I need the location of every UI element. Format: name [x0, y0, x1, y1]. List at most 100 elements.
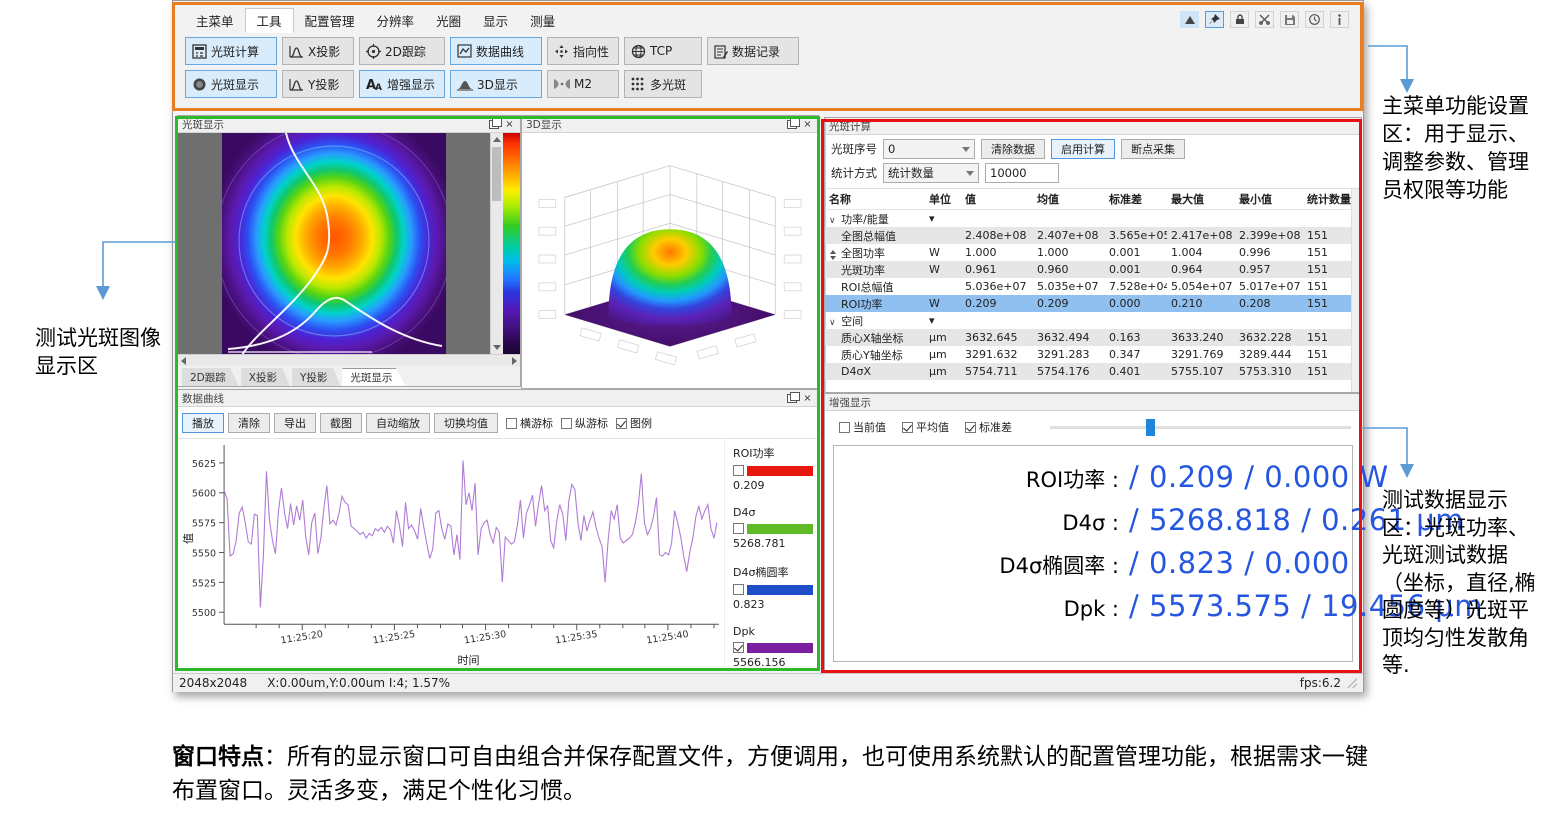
beam-calc-title: 光斑计算 [829, 119, 871, 134]
resize-grip[interactable] [1347, 678, 1357, 688]
enable-calc-button[interactable]: 启用计算 [1051, 139, 1115, 159]
legend-checkbox[interactable] [733, 642, 744, 653]
data-curve-button[interactable]: 数据曲线 [450, 37, 542, 65]
stats-table-row[interactable]: ROI功率W0.2090.2090.0000.2100.208151 [825, 295, 1361, 312]
info-icon[interactable] [1330, 11, 1349, 28]
svg-text:5600: 5600 [192, 489, 216, 500]
beam-intensity-image[interactable] [222, 133, 446, 354]
legend-checkbox[interactable]: 图例 [616, 415, 652, 431]
data-record-button[interactable]: 数据记录 [707, 37, 799, 65]
beam-image-view [178, 133, 490, 354]
tab-2d-tracking[interactable]: 2D跟踪 [182, 368, 239, 386]
tab-x-projection[interactable]: X投影 [241, 368, 290, 386]
font-size-slider[interactable] [1050, 426, 1351, 429]
vertical-scrollbar[interactable] [490, 133, 503, 354]
legend-checkbox[interactable] [733, 523, 744, 534]
menu-item-resolution[interactable]: 分辨率 [366, 9, 426, 32]
legend-item-dpk: Dpk 5566.156 [733, 625, 814, 669]
tcp-button[interactable]: TCP [624, 37, 702, 65]
stats-table-row[interactable]: 光斑功率W0.9610.9600.0010.9640.957151 [825, 261, 1361, 278]
menu-item-measure[interactable]: 测量 [519, 9, 566, 32]
float-panel-button[interactable] [785, 118, 798, 130]
collapse-icon[interactable] [1180, 11, 1199, 28]
data-curve-panel: 数据曲线 × 播放 清除 导出 截图 自动缩放 切换均值 横游标 纵游标 [177, 389, 819, 671]
breakpoint-capture-button[interactable]: 断点采集 [1121, 139, 1185, 159]
clear-data-button[interactable]: 清除数据 [981, 139, 1045, 159]
snapshot-button[interactable]: 截图 [320, 413, 362, 433]
close-panel-button[interactable]: × [503, 118, 516, 130]
h-cursor-checkbox[interactable]: 横游标 [506, 415, 553, 431]
ribbon-row-1: 光斑计算 X投影 2D跟踪 数据曲线 指向性 TCP [185, 37, 799, 65]
save-icon[interactable] [1280, 11, 1299, 28]
m2-button[interactable]: M2 [547, 70, 619, 98]
stats-table-row[interactable]: 全图总幅值2.408e+082.407e+083.565e+052.417e+0… [825, 227, 1361, 244]
stat-count-spinner[interactable]: 10000 [985, 163, 1059, 183]
stats-table-row[interactable]: D4σXμm5754.7115754.1760.4015755.1075753.… [825, 363, 1361, 380]
caption-bold: 窗口特点 [172, 744, 264, 770]
display-3d-button[interactable]: 3D显示 [450, 70, 542, 98]
beam-display-button[interactable]: 光斑显示 [185, 70, 277, 98]
dome-3d-icon [457, 78, 473, 91]
enhanced-display-button[interactable]: AA 增强显示 [359, 70, 445, 98]
stats-table-row[interactable]: 质心Y轴坐标μm3291.6323291.2830.3473291.769328… [825, 346, 1361, 363]
clock-icon[interactable] [1305, 11, 1324, 28]
pointing-button[interactable]: 指向性 [547, 37, 619, 65]
tab-y-projection[interactable]: Y投影 [292, 368, 340, 386]
lock-icon[interactable] [1230, 11, 1249, 28]
menu-item-main[interactable]: 主菜单 [185, 9, 245, 32]
pin-icon[interactable] [1205, 11, 1224, 28]
menu-item-aperture[interactable]: 光圈 [425, 9, 472, 32]
stats-table-header: 名称 单位 值 均值 标准差 最大值 最小值 统计数量 [825, 189, 1361, 210]
scissors-icon[interactable] [1255, 11, 1274, 28]
beam-calc-titlebar: 光斑计算 [825, 118, 1361, 135]
play-button[interactable]: 播放 [182, 413, 224, 433]
auto-zoom-button[interactable]: 自动缩放 [366, 413, 430, 433]
export-button[interactable]: 导出 [274, 413, 316, 433]
ribbon-row-2: 光斑显示 Y投影 AA 增强显示 3D显示 M2 多光斑 [185, 70, 799, 98]
x-projection-button[interactable]: X投影 [282, 37, 354, 65]
multi-spot-button[interactable]: 多光斑 [624, 70, 702, 98]
table-scrollbar[interactable] [1351, 189, 1361, 392]
legend-checkbox[interactable] [733, 465, 744, 476]
menu-item-display[interactable]: 显示 [472, 9, 519, 32]
svg-text:11:25:20: 11:25:20 [280, 629, 324, 646]
stats-table-row[interactable]: ROI总幅值5.036e+075.035e+077.528e+045.054e+… [825, 278, 1361, 295]
beam-calc-button[interactable]: 光斑计算 [185, 37, 277, 65]
stats-group-row[interactable]: ∨ 功率/能量▾ [825, 210, 1361, 227]
beam-display-titlebar: 光斑显示 × [178, 116, 520, 133]
display-3d-panel: 3D显示 × [521, 115, 819, 389]
stats-table-body: ∨ 功率/能量▾全图总幅值2.408e+082.407e+083.565e+05… [825, 210, 1361, 380]
status-bar: 2048x2048 X:0.00um,Y:0.00um I:4; 1.57% f… [173, 673, 1363, 692]
tracking-2d-button[interactable]: 2D跟踪 [359, 37, 445, 65]
beam-calc-panel: 光斑计算 光斑序号 0 清除数据 启用计算 断点采集 统计方式 统计数量 100… [824, 117, 1362, 393]
stats-table-row[interactable]: 质心X轴坐标μm3632.6453632.4940.1633633.240363… [825, 329, 1361, 346]
float-panel-button[interactable] [785, 392, 798, 404]
beam-calc-controls-row2: 统计方式 统计数量 10000 [825, 159, 1361, 183]
resolution-readout: 2048x2048 [179, 676, 247, 690]
menu-item-tools[interactable]: 工具 [245, 8, 294, 33]
toggle-mean-button[interactable]: 切换均值 [434, 413, 498, 433]
v-cursor-checkbox[interactable]: 纵游标 [561, 415, 608, 431]
display-3d-title: 3D显示 [526, 117, 562, 132]
horizontal-scrollbar[interactable] [178, 354, 520, 366]
legend-color-bar [747, 524, 813, 534]
beam-overlay-curves [222, 133, 446, 354]
curve-legend: ROI功率 0.209 D4σ 5268.781 D4σ椭圆率 0.823 [724, 439, 818, 670]
stat-mode-select[interactable]: 统计数量 [883, 163, 979, 183]
close-panel-button[interactable]: × [801, 392, 814, 404]
legend-checkbox[interactable] [733, 584, 744, 595]
float-panel-button[interactable] [487, 118, 500, 130]
close-panel-button[interactable]: × [801, 118, 814, 130]
beam-seq-select[interactable]: 0 [883, 139, 975, 159]
surface-3d-view[interactable] [522, 133, 818, 388]
stats-group-row[interactable]: ∨ 空间▾ [825, 312, 1361, 329]
current-value-checkbox[interactable]: 当前值 [839, 419, 886, 435]
std-dev-checkbox[interactable]: 标准差 [965, 419, 1012, 435]
tab-beam-display[interactable]: 光斑显示 [342, 368, 405, 386]
mean-value-checkbox[interactable]: 平均值 [902, 419, 949, 435]
stats-table-row[interactable]: 全图功率W1.0001.0000.0011.0040.996151 [825, 244, 1361, 261]
y-projection-button[interactable]: Y投影 [282, 70, 354, 98]
menu-item-config[interactable]: 配置管理 [294, 9, 366, 32]
data-curve-title: 数据曲线 [182, 391, 224, 406]
clear-button[interactable]: 清除 [228, 413, 270, 433]
